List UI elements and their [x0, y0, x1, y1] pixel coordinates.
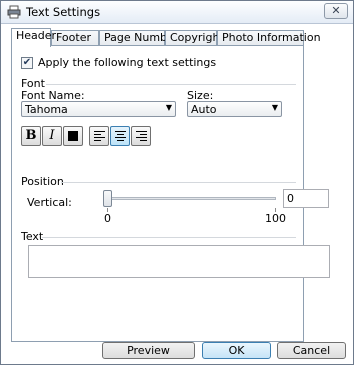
italic-button[interactable]: I — [42, 126, 62, 146]
chevron-down-icon: ▼ — [165, 103, 172, 112]
font-name-value: Tahoma — [25, 103, 68, 116]
checkmark-icon: ✔ — [22, 57, 32, 68]
text-settings-window: Text Settings ✕ Header Footer Page Numbe… — [0, 0, 354, 365]
vertical-value-input[interactable]: 0 — [283, 189, 329, 208]
font-size-value: Auto — [191, 103, 217, 116]
header-tab-panel: ✔ Apply the following text settings Font… — [11, 45, 330, 342]
cancel-button[interactable]: Cancel — [277, 342, 346, 359]
bold-icon: B — [25, 128, 37, 143]
apply-settings-checkbox[interactable]: ✔ — [21, 57, 33, 69]
printer-icon — [7, 5, 21, 19]
dialog-body: Header Footer Page Number Copyright Phot… — [1, 24, 353, 364]
font-color-button[interactable] — [63, 126, 83, 146]
close-icon: ✕ — [331, 4, 341, 17]
slider-max-label: 100 — [265, 212, 286, 225]
preview-button[interactable]: Preview — [102, 342, 195, 359]
text-section-label: Text — [21, 230, 44, 243]
vertical-label: Vertical: — [27, 196, 72, 209]
vertical-slider-handle[interactable] — [103, 190, 112, 207]
vertical-value: 0 — [287, 192, 294, 205]
vertical-slider-track[interactable] — [106, 197, 276, 200]
align-right-icon — [136, 131, 147, 142]
tab-photo-information[interactable]: Photo Information — [217, 30, 321, 46]
align-right-button[interactable] — [131, 126, 151, 146]
close-button[interactable]: ✕ — [324, 3, 348, 19]
window-title: Text Settings — [26, 5, 101, 19]
apply-settings-label: Apply the following text settings — [38, 56, 217, 69]
bold-button[interactable]: B — [21, 126, 41, 146]
slider-min-label: 0 — [104, 212, 111, 225]
tab-copyright[interactable]: Copyright — [165, 30, 224, 46]
align-center-icon — [115, 131, 126, 142]
position-section-label: Position — [21, 175, 64, 188]
text-section-divider — [42, 237, 296, 238]
tab-header[interactable]: Header — [11, 28, 56, 47]
align-left-icon — [94, 131, 105, 142]
font-size-dropdown[interactable]: Auto ▼ — [187, 101, 282, 117]
tab-page-number[interactable]: Page Number — [99, 30, 178, 46]
align-left-button[interactable] — [89, 126, 109, 146]
title-bar[interactable]: Text Settings ✕ — [1, 1, 353, 24]
color-swatch-icon — [68, 131, 78, 141]
italic-icon: I — [49, 128, 55, 143]
ok-button[interactable]: OK — [202, 342, 271, 359]
position-section-divider — [61, 182, 296, 183]
text-input[interactable] — [28, 245, 330, 278]
font-name-dropdown[interactable]: Tahoma ▼ — [21, 101, 176, 117]
format-toolbar: B I — [21, 126, 171, 146]
align-center-button[interactable] — [110, 126, 130, 146]
font-section-divider — [46, 84, 296, 85]
chevron-down-icon: ▼ — [271, 103, 278, 112]
tab-footer[interactable]: Footer — [51, 30, 99, 46]
